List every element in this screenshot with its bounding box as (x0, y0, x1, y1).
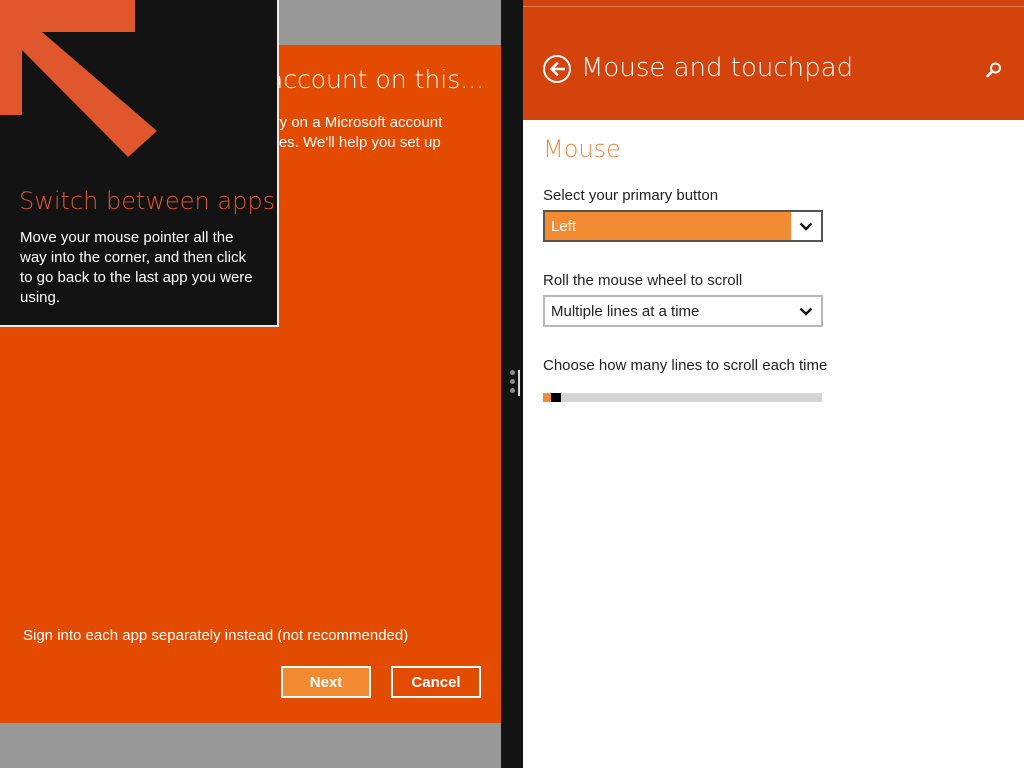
dialog-description-line: ely on a Microsoft account (268, 114, 443, 131)
section-title-mouse: Mouse (543, 135, 621, 163)
back-button[interactable] (543, 55, 571, 83)
page-title: Mouse and touchpad (581, 53, 854, 83)
slider-thumb[interactable] (551, 393, 561, 402)
next-button[interactable]: Next (281, 666, 371, 698)
dialog-title: account on this... (268, 65, 485, 94)
scroll-lines-slider[interactable] (543, 393, 822, 402)
primary-button-value: Left (545, 212, 791, 240)
chevron-down-icon (791, 212, 821, 240)
tip-title: Switch between apps (19, 187, 276, 215)
back-arrow-icon (549, 62, 565, 76)
sign-in-separately-link[interactable]: Sign into each app separately instead (n… (23, 627, 408, 644)
settings-pane: Mouse and touchpad Mouse Select your pri… (523, 0, 1024, 768)
tip-body-line: using. (20, 289, 61, 306)
switch-apps-tip: Switch between apps Move your mouse poin… (0, 0, 279, 327)
primary-button-select[interactable]: Left (543, 210, 823, 242)
header-divider (523, 6, 1024, 7)
tip-body-line: way into the corner, and then click (20, 249, 246, 266)
wheel-scroll-value: Multiple lines at a time (551, 302, 700, 320)
search-icon[interactable] (985, 61, 1003, 79)
left-app-pane: account on this... ely on a Microsoft ac… (0, 0, 501, 768)
cancel-button[interactable]: Cancel (391, 666, 481, 698)
wheel-scroll-select[interactable]: Multiple lines at a time (543, 295, 823, 327)
divider-handle[interactable] (518, 370, 520, 396)
primary-button-label: Select your primary button (543, 187, 719, 204)
dialog-description-line: ices. We'll help you set up (268, 134, 441, 151)
split-divider[interactable] (501, 0, 523, 768)
scroll-lines-label: Choose how many lines to scroll each tim… (543, 357, 828, 374)
divider-grip-icon[interactable] (510, 370, 515, 397)
tip-body: Move your mouse pointer all the way into… (20, 228, 265, 308)
settings-header: Mouse and touchpad (523, 0, 1024, 120)
slider-fill (543, 393, 551, 402)
wheel-scroll-label: Roll the mouse wheel to scroll (543, 272, 743, 289)
tip-body-line: Move your mouse pointer all the (20, 229, 234, 246)
chevron-down-icon (791, 297, 821, 325)
dialog-description: ely on a Microsoft account ices. We'll h… (268, 113, 501, 153)
corner-arrow-icon (0, 0, 157, 157)
tip-body-line: to go back to the last app you were (20, 269, 253, 286)
